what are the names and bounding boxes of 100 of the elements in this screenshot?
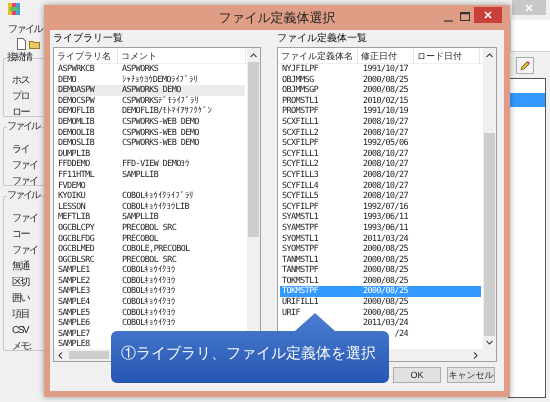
list-row[interactable]: OGCBLCPY PRECOBOL SRC [56, 222, 245, 234]
list-row[interactable]: TANMSTL1 2000/08/25 [280, 254, 481, 266]
list-row[interactable]: URIFILL1 2000/08/25 [280, 297, 481, 308]
column-header[interactable]: 修正日付 [358, 48, 414, 64]
ok-button[interactable]: OK [393, 367, 441, 383]
edit-button[interactable] [516, 57, 534, 74]
scroll-right-icon[interactable] [473, 352, 478, 358]
list-row[interactable]: OGCBLFDG PRECOBOL [56, 234, 245, 244]
vertical-scrollbar[interactable] [483, 48, 496, 349]
column-header[interactable]: ロード日付 [414, 48, 480, 64]
list-row[interactable]: DEMOCSPW CSPWORKSﾃﾞﾓﾗｲﾌﾞﾗﾘ [56, 96, 245, 106]
list-row[interactable]: DUMPLIB [56, 148, 245, 160]
field-label: メモ: [12, 341, 30, 352]
list-row[interactable]: MEFTLIB SAMPLLIB [56, 212, 245, 223]
list-row[interactable]: FF11HTML SAMPLLIB [56, 170, 245, 181]
scroll-down-icon[interactable] [486, 340, 493, 344]
list-row[interactable]: TOKMSTL1 2000/08/25 [280, 276, 481, 286]
list-row[interactable]: SYAMSTPF 1993/06/11 [280, 222, 481, 234]
maximize-icon[interactable] [460, 12, 470, 21]
cell-text: 2008/10/27 [362, 170, 408, 181]
list-row[interactable]: SCYFILL3 2008/10/27 [280, 170, 481, 181]
cell-text: SYAMSTL1 [282, 212, 320, 223]
cell-text: CSPWORKS-WEB DEMO [122, 128, 200, 138]
list-row[interactable]: DEMOFLIB DEMOFLIB/ﾓﾄﾏｲｱｻﾌｸｹﾞﾝ [56, 106, 245, 117]
cell-text: NYJFILPF [282, 64, 320, 75]
list-row[interactable]: SAMPLE4 COBOLｷｮｳｲｸﾖｳ [56, 297, 245, 308]
list-row[interactable]: SYAMSTL1 1993/06/11 [280, 212, 481, 223]
list-row[interactable]: DEMOMLIB CSPWORKS-WEB DEMO [56, 116, 245, 128]
scroll-up-icon[interactable] [250, 52, 257, 58]
column-header[interactable]: コメント [118, 48, 246, 64]
scroll-up-icon[interactable] [486, 52, 493, 58]
cell-text: SAMPLLIB [122, 212, 160, 223]
list-row[interactable]: DEMOSLIB CSPWORKS-WEB DEMO [56, 138, 245, 149]
cell-text: DUMPLIB [58, 148, 91, 160]
list-row[interactable]: SYOMSTPF 2000/08/25 [280, 244, 481, 255]
cell-text: SAMPLE8 [58, 339, 91, 350]
list-row[interactable]: PROMSTL1 2010/02/15 [280, 96, 481, 106]
cancel-button[interactable]: キャンセル [447, 367, 495, 383]
list-row[interactable]: SCYFILL4 2008/10/27 [280, 180, 481, 192]
cell-text: TOKMSTL1 [282, 276, 320, 286]
list-row[interactable]: SCYFILPF 1992/07/16 [280, 202, 481, 212]
list-box[interactable] [508, 78, 546, 398]
folder-icon[interactable] [29, 40, 41, 49]
pencil-icon [519, 60, 531, 72]
scrollbar-thumb[interactable] [484, 133, 495, 336]
cell-text: OGCBLSRC [58, 254, 96, 266]
cell-text: 1993/06/11 [362, 222, 408, 234]
cell-text: 2011/03/24 [362, 234, 408, 244]
list-row[interactable]: OBJMMSGP 2000/08/25 [280, 85, 481, 96]
list-row[interactable]: SAMPLE3 COBOLｷｮｳｲｸﾖｳ [56, 286, 245, 298]
list-row[interactable]: SCXFILL1 2008/10/27 [280, 116, 481, 128]
cell-text: 2000/08/25 [362, 276, 408, 286]
list-row[interactable]: DEMO ｼｬﾁｮｳﾖｳDEMOﾗｲﾌﾞﾗﾘ [56, 74, 245, 86]
cell-text: 1992/07/16 [362, 202, 408, 212]
list-row[interactable]: DEMOASPW ASPWORKS DEMO [56, 85, 245, 96]
list-row[interactable]: KYOIKU COBOLｷｮｳｲｸﾗｲﾌﾞﾗﾘ [56, 191, 245, 202]
list-label: ライブラリ一覧 [53, 33, 123, 45]
list-row[interactable]: LESSON COBOLｷｮｳｲｸﾖｳLIB [56, 202, 245, 212]
cell-text: SCYFILL5 [282, 191, 320, 202]
list-row[interactable]: SYOMSTL1 2011/03/24 [280, 234, 481, 244]
scrollbar-thumb[interactable] [248, 62, 259, 237]
list-row[interactable]: DEMOOLIB CSPWORKS-WEB DEMO [56, 128, 245, 138]
close-button[interactable] [474, 7, 502, 23]
field-label: ファイ [12, 213, 38, 224]
field-label: CSV [12, 325, 28, 336]
cell-text: TANMSTL1 [282, 254, 320, 266]
column-header[interactable]: ライブラリ名 [54, 48, 118, 64]
cell-text: 2000/08/25 [362, 74, 408, 86]
list-row[interactable]: ASPWRKCB ASPWORKS [56, 64, 245, 75]
list-row[interactable]: TANMSTPF 2000/08/25 [280, 265, 481, 276]
cell-text: 2008/10/27 [362, 180, 408, 192]
cell-text: 1993/06/11 [362, 212, 408, 223]
scroll-left-icon[interactable] [58, 352, 63, 358]
list-row[interactable]: FFDDEMO FFD-VIEW DEMOﾖｳ [56, 159, 245, 170]
list-row[interactable]: 2011/03/24 [280, 318, 481, 329]
list-row[interactable]: OGCBLMED COBOLE,PRECOBOL [56, 244, 245, 255]
cell-text: SAMPLE4 [58, 297, 91, 308]
cell-text: SAMPLE2 [58, 276, 91, 286]
list-row[interactable]: OGCBLSRC PRECOBOL SRC [56, 254, 245, 266]
list-row[interactable]: OBJMMSG 2000/08/25 [280, 74, 481, 86]
field-label: コー [12, 229, 29, 240]
list-row[interactable]: SCYFILL2 2008/10/27 [280, 159, 481, 170]
cell-text: LESSON [58, 202, 86, 212]
list-row[interactable]: PROMSTPF 1991/10/19 [280, 106, 481, 117]
list-row[interactable]: SCXFILL2 2008/10/27 [280, 128, 481, 138]
cell-text: 2008/10/27 [362, 128, 408, 138]
list-row[interactable]: SAMPLE6 COBOLｷｮｳｲｸﾖｳ [56, 318, 245, 329]
menu-item[interactable]: ファイル [8, 22, 42, 37]
list-row[interactable]: SCXFILPF 1992/05/06 [280, 138, 481, 149]
list-row[interactable]: SAMPLE2 COBOLｷｮｳｲｸﾖｳ [56, 276, 245, 286]
group-title: 接続情 [7, 52, 31, 64]
cell-text: SAMPLE7 [58, 328, 91, 340]
scrollbar-thumb[interactable] [69, 351, 109, 359]
list-row[interactable]: FVDEMO [56, 180, 245, 192]
column-header[interactable]: ファイル定義体名 [278, 48, 358, 64]
list-row[interactable]: NYJFILPF 1991/10/17 [280, 64, 481, 75]
list-row[interactable]: SAMPLE1 COBOLｷｮｳｲｸﾖｳ [56, 265, 245, 276]
list-row[interactable]: SCYFILL1 2008/10/27 [280, 148, 481, 160]
new-document-icon[interactable] [17, 38, 26, 50]
list-row[interactable]: SCYFILL5 2008/10/27 [280, 191, 481, 202]
